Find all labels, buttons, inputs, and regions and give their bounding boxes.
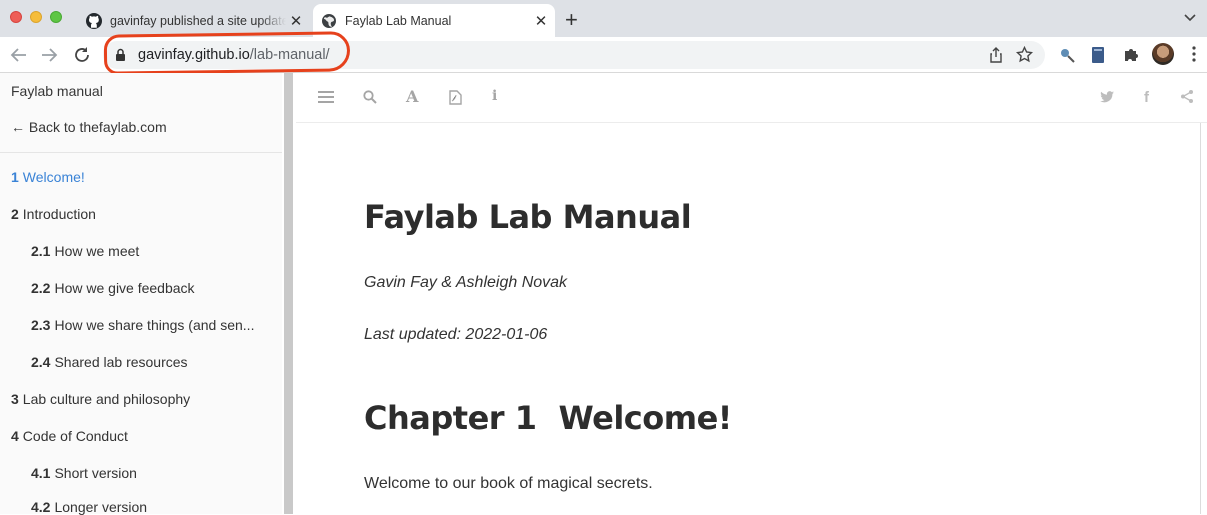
sidebar: Faylab manual ← Back to thefaylab.com 1W…	[0, 73, 282, 515]
toc-label: Welcome!	[22, 169, 85, 185]
toc-num: 4	[11, 428, 19, 444]
book-author: Gavin Fay & Ashleigh Novak	[364, 274, 568, 291]
toc-num: 2	[11, 206, 19, 222]
forward-arrow-icon[interactable]	[38, 44, 60, 66]
book-title: Faylab Lab Manual	[364, 198, 692, 236]
toc-label: How we give feedback	[54, 280, 195, 296]
kebab-menu-icon[interactable]	[1192, 46, 1196, 67]
toc-item-how-we-meet[interactable]: 2.1 How we meet	[31, 243, 271, 259]
toc-num: 3	[11, 391, 19, 407]
toc-num: 2.1	[31, 243, 51, 259]
last-updated: Last updated: 2022-01-06	[364, 326, 548, 343]
info-icon[interactable]: i	[492, 88, 497, 104]
chapter-heading: Chapter 1 Welcome!	[364, 399, 732, 437]
toc-item-longer-version[interactable]: 4.2 Longer version	[31, 499, 271, 515]
toc-num: 2.4	[31, 354, 51, 370]
toc-label: How we share things (and sen...	[54, 317, 255, 333]
new-tab-button[interactable]: +	[565, 7, 578, 33]
toc-label: Introduction	[22, 206, 96, 222]
toc-label: How we meet	[54, 243, 140, 259]
toc-num: 1	[11, 169, 19, 185]
tab-strip: gavinfay published a site update ✕ Fayla…	[0, 0, 1207, 37]
intro-paragraph: Welcome to our book of magical secrets.	[364, 475, 653, 492]
toc-label: Code of Conduct	[22, 428, 128, 444]
sidebar-title[interactable]: Faylab manual	[11, 83, 103, 99]
bookmark-star-icon[interactable]	[1015, 45, 1034, 68]
toc-item-share-things[interactable]: 2.3 How we share things (and sen...	[31, 317, 271, 333]
share-icon[interactable]	[1181, 90, 1193, 107]
book-content: Faylab Lab Manual Gavin Fay & Ashleigh N…	[296, 123, 1201, 514]
toc-item-short-version[interactable]: 4.1 Short version	[31, 465, 271, 481]
chapter-title: Welcome!	[558, 399, 732, 437]
book-extension-icon[interactable]	[1091, 46, 1105, 69]
github-icon	[86, 12, 102, 29]
chevron-down-icon[interactable]	[1183, 10, 1197, 29]
share-icon[interactable]	[989, 47, 1003, 68]
toc-label: Short version	[54, 465, 137, 481]
close-tab-icon[interactable]: ✕	[286, 12, 306, 30]
toggle-sidebar-icon[interactable]	[318, 90, 334, 108]
toc-num: 2.3	[31, 317, 51, 333]
tab-title: gavinfay published a site update	[110, 13, 286, 28]
tab-title: Faylab Lab Manual	[345, 13, 452, 28]
tab-lab-manual[interactable]: Faylab Lab Manual ✕	[313, 4, 555, 37]
sidebar-resize-handle[interactable]	[284, 73, 293, 514]
toc-item-resources[interactable]: 2.4 Shared lab resources	[31, 354, 271, 370]
toc-item-code-of-conduct[interactable]: 4 Code of Conduct	[11, 428, 271, 444]
book-toolbar: A i f	[296, 73, 1207, 123]
chapter-number: Chapter 1	[364, 399, 537, 437]
toc-item-lab-culture[interactable]: 3 Lab culture and philosophy	[11, 391, 271, 407]
puzzle-icon[interactable]	[1123, 46, 1140, 68]
profile-avatar[interactable]	[1152, 43, 1174, 65]
search-icon[interactable]	[363, 90, 377, 108]
pdf-icon[interactable]	[449, 90, 462, 109]
facebook-icon[interactable]: f	[1144, 89, 1149, 106]
reload-icon[interactable]	[71, 44, 93, 66]
twitter-icon[interactable]	[1100, 90, 1114, 107]
toc-item-welcome[interactable]: 1 Welcome!	[11, 169, 271, 185]
minimize-window-button[interactable]	[30, 11, 42, 23]
globe-icon	[321, 13, 337, 29]
extension-icon[interactable]	[1058, 46, 1076, 69]
close-window-button[interactable]	[10, 11, 22, 23]
toc-item-introduction[interactable]: 2 Introduction	[11, 206, 271, 222]
back-arrow-icon[interactable]	[8, 44, 30, 66]
toc-label: Lab culture and philosophy	[22, 391, 191, 407]
toc-label: Longer version	[54, 499, 148, 515]
back-link[interactable]: ← Back to thefaylab.com	[11, 119, 167, 135]
toc-num: 2.2	[31, 280, 51, 296]
toc-num: 4.2	[31, 499, 51, 515]
toc-num: 4.1	[31, 465, 51, 481]
url-annotation-circle	[103, 31, 351, 75]
close-tab-icon[interactable]: ✕	[531, 12, 551, 30]
toc-label: Shared lab resources	[54, 354, 188, 370]
font-settings-icon[interactable]: A	[406, 87, 418, 106]
maximize-window-button[interactable]	[50, 11, 62, 23]
toc-item-feedback[interactable]: 2.2 How we give feedback	[31, 280, 271, 296]
